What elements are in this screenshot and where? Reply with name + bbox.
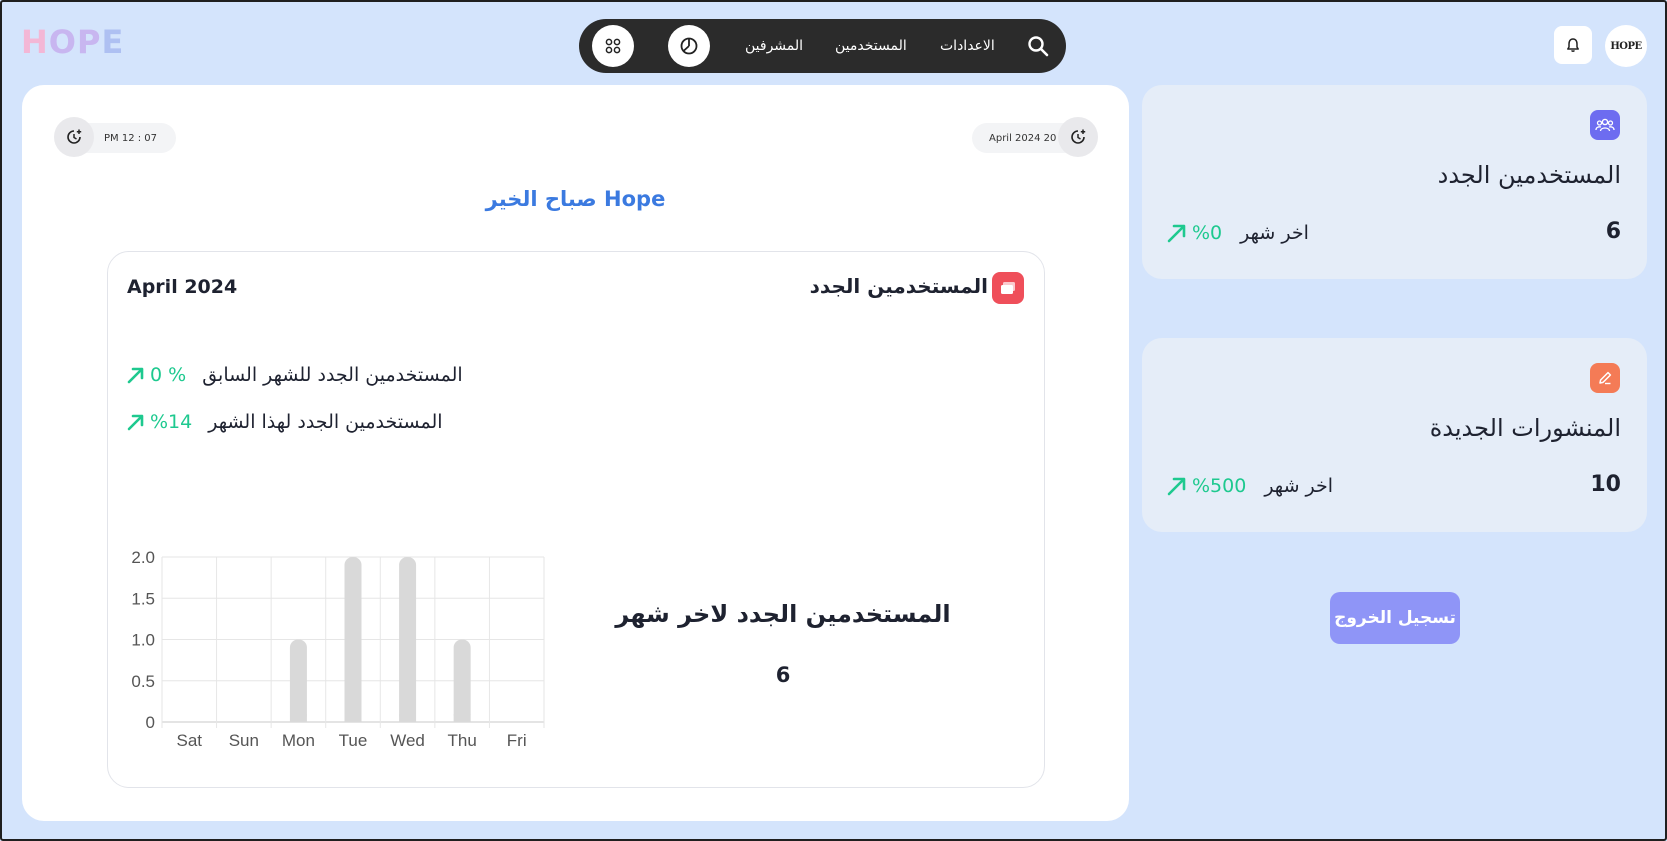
x-tick-label: Mon [282,731,315,750]
chart-bar [289,639,307,722]
summary-title: المستخدمين الجدد [1437,161,1621,189]
clock-add-icon [54,117,94,157]
logout-button[interactable]: تسجيل الخروج [1330,592,1460,644]
summary-count: 6 [1605,219,1621,244]
date-pill: April 2024 20 [972,117,1098,157]
this-month-stat: %14 المستخدمين الجدد لهذا الشهر [126,407,443,437]
chart-bar-base [453,714,471,722]
nav-users[interactable]: المستخدمين [835,19,907,73]
x-tick-label: Sat [177,731,203,750]
new-posts-summary-card: المنشورات الجديدة 10 %500 اخر شهر [1142,338,1647,532]
y-tick-label: 0 [146,713,155,732]
last-month-count: 6 [775,663,791,687]
pie-chart-icon [680,37,698,55]
y-tick-label: 2.0 [131,549,155,567]
summary-period: اخر شهر [1240,222,1309,244]
time-pill: PM 12 : 07 [54,117,176,157]
chart-bar-base [289,714,307,722]
summary-title: المنشورات الجديدة [1429,414,1621,442]
notifications-button[interactable] [1554,26,1592,64]
x-tick-label: Wed [390,731,425,750]
prev-month-pct: 0 % [150,364,187,386]
new-users-summary-card: المستخدمين الجدد 6 %0 اخر شهر [1142,85,1647,279]
y-tick-label: 1.5 [131,589,155,608]
chart-bar-base [344,714,362,722]
greeting-text: صباح الخير Hope [485,187,666,211]
search-icon[interactable] [1026,34,1050,58]
profile-avatar[interactable]: HOPE [1605,25,1647,67]
nav-supervisors[interactable]: المشرفين [745,19,803,73]
x-tick-label: Tue [339,731,368,750]
folder-icon [992,272,1024,304]
summary-trend: %500 اخر شهر [1166,471,1333,501]
nav-settings[interactable]: الاعدادات [940,19,995,73]
trend-up-icon [127,414,144,431]
y-tick-label: 1.0 [131,631,155,650]
chart-bar [453,639,471,722]
x-tick-label: Sun [229,731,259,750]
x-tick-label: Fri [507,731,527,750]
bell-icon [1567,38,1579,52]
this-month-pct: %14 [150,411,193,433]
this-month-label: المستخدمين الجدد لهذا الشهر [208,411,443,433]
hope-logo[interactable]: HOPE [21,24,124,60]
chart-bar [399,557,417,722]
card-month: April 2024 [127,276,238,298]
apps-button[interactable] [592,25,634,67]
chart-bar [344,557,362,722]
prev-month-label: المستخدمين الجدد للشهر السابق [202,364,463,386]
new-users-card: المستخدمين الجدد April 2024 0 % المستخدم… [107,251,1045,788]
dashboard-button[interactable] [668,25,710,67]
current-date: April 2024 20 [989,132,1057,144]
dashboard-main-panel: PM 12 : 07 April 2024 20 صباح الخير Hope… [22,85,1129,821]
last-month-heading: المستخدمين الجدد لاخر شهر [615,600,951,628]
summary-pct: %500 [1192,475,1247,497]
y-tick-label: 0.5 [131,672,155,691]
top-navigation: المشرفين المستخدمين الاعدادات [579,19,1066,73]
calendar-add-icon [1058,117,1098,157]
logo-letter-h: H [21,23,49,61]
summary-trend: %0 اخر شهر [1166,218,1309,248]
logo-letter-e: E [101,23,125,61]
users-group-icon [1590,110,1620,140]
summary-pct: %0 [1192,222,1223,244]
logo-letters-op: OP [48,23,102,61]
chart-bar-base [399,714,417,722]
summary-period: اخر شهر [1264,475,1334,497]
card-title: المستخدمين الجدد [809,274,988,298]
prev-month-stat: 0 % المستخدمين الجدد للشهر السابق [126,360,463,390]
summary-count: 10 [1590,472,1621,497]
trend-up-icon [1167,224,1186,243]
current-time: PM 12 : 07 [104,132,158,144]
weekly-users-bar-chart: 0 0.5 1.0 1.5 2.0 Sat Sun Mon Tue Wed Thu Fri [131,549,545,750]
x-tick-label: Thu [447,731,476,750]
trend-up-icon [127,367,144,384]
trend-up-icon [1167,477,1186,496]
apps-grid-icon [605,38,621,54]
edit-pencil-icon [1590,363,1620,393]
